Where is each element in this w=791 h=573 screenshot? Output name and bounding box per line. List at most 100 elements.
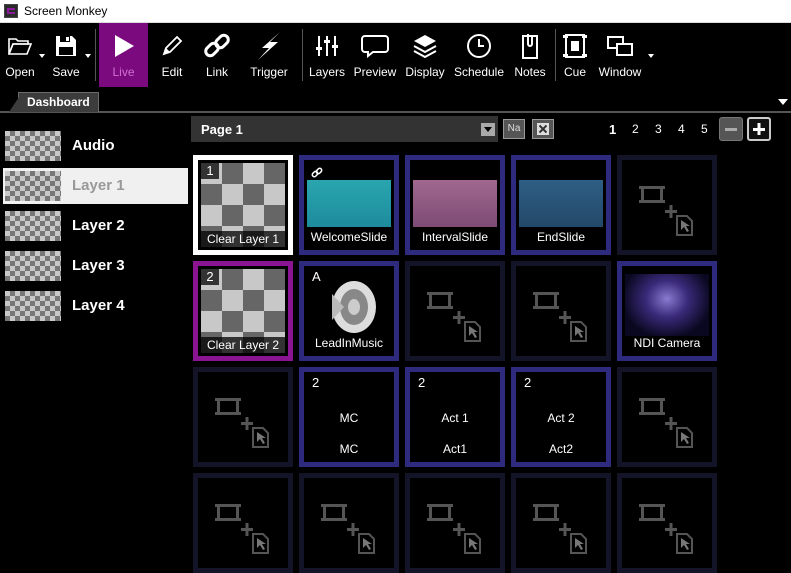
save-dropdown-chevron-icon[interactable]	[85, 54, 91, 58]
page-select-chevron-icon[interactable]	[481, 123, 495, 136]
empty-cue-slot[interactable]	[193, 473, 293, 573]
layer-item-layer-3[interactable]: Layer 3	[3, 248, 188, 284]
slide-thumbnail	[519, 180, 603, 227]
empty-cue-slot[interactable]	[511, 473, 611, 573]
layers-label: Layers	[308, 65, 346, 79]
layer-label: Layer 3	[72, 257, 125, 274]
layer-item-layer-4[interactable]: Layer 4	[3, 288, 188, 324]
page-number-1[interactable]: 1	[609, 122, 616, 137]
cue-name: IntervalSlide	[421, 230, 489, 244]
page-number-4[interactable]: 4	[678, 122, 685, 136]
cue-ndi-camera[interactable]: NDI Camera	[617, 261, 717, 361]
preview-label: Preview	[353, 65, 397, 79]
window-title: Screen Monkey	[24, 4, 108, 18]
empty-cue-slot[interactable]	[405, 261, 505, 361]
empty-cue-slot[interactable]	[193, 367, 293, 467]
tab-dashboard[interactable]: Dashboard	[9, 92, 99, 112]
cue-layer-badge: 2	[418, 375, 426, 390]
title-bar: Screen Monkey	[0, 0, 791, 23]
tab-dashboard-label: Dashboard	[27, 95, 90, 109]
rename-page-label: Na	[507, 123, 521, 134]
trigger-button[interactable]: Trigger	[246, 23, 292, 87]
page-number-2[interactable]: 2	[632, 122, 639, 136]
toolbar-divider	[302, 29, 303, 81]
preview-button[interactable]: Preview	[352, 23, 398, 87]
cue-welcome-slide[interactable]: WelcomeSlide	[299, 155, 399, 255]
delete-page-button[interactable]	[532, 119, 554, 139]
add-media-icon	[533, 292, 587, 342]
layer-thumbnail	[5, 291, 61, 321]
layer-label: Audio	[72, 137, 115, 154]
page-bar: Page 1 Na 1 2 3 4 5	[191, 113, 791, 145]
add-page-button[interactable]	[747, 117, 771, 141]
window-button[interactable]: Window	[595, 23, 645, 87]
remove-page-button[interactable]	[719, 117, 743, 141]
layer-item-layer-2[interactable]: Layer 2	[3, 208, 188, 244]
save-button[interactable]: Save	[46, 23, 86, 87]
layer-thumbnail	[5, 171, 61, 201]
cue-name: NDI Camera	[633, 336, 701, 350]
empty-cue-slot[interactable]	[617, 155, 717, 255]
speech-bubble-icon	[361, 29, 389, 63]
cue-name: WelcomeSlide	[310, 230, 388, 244]
cue-act-2[interactable]: 2 Act 2 Act2	[511, 367, 611, 467]
layer-thumbnail	[5, 211, 61, 241]
minus-icon	[725, 128, 737, 131]
lightning-bolt-icon	[256, 29, 282, 63]
save-label: Save	[52, 65, 80, 79]
add-media-icon	[215, 398, 269, 448]
notes-label: Notes	[514, 65, 546, 79]
layer-item-layer-1[interactable]: Layer 1	[3, 168, 188, 204]
window-label: Window	[598, 65, 642, 79]
slide-thumbnail	[413, 180, 497, 227]
window-dropdown-chevron-icon[interactable]	[648, 54, 654, 58]
edit-button[interactable]: Edit	[152, 23, 192, 87]
layer-item-audio[interactable]: Audio	[3, 128, 188, 164]
tab-menu-chevron-icon[interactable]	[778, 99, 788, 105]
tab-strip: Dashboard	[0, 89, 791, 113]
empty-cue-slot[interactable]	[617, 473, 717, 573]
live-button[interactable]: Live	[99, 23, 148, 87]
schedule-label: Schedule	[453, 65, 505, 79]
display-button[interactable]: Display	[403, 23, 447, 87]
cue-end-slide[interactable]: EndSlide	[511, 155, 611, 255]
cue-act-1[interactable]: 2 Act 1 Act1	[405, 367, 505, 467]
add-media-icon	[533, 504, 587, 554]
rename-page-button[interactable]: Na	[503, 119, 525, 139]
notes-button[interactable]: Notes	[511, 23, 549, 87]
schedule-button[interactable]: Schedule	[452, 23, 506, 87]
live-label: Live	[112, 65, 135, 79]
open-dropdown-chevron-icon[interactable]	[39, 54, 45, 58]
layer-label: Layer 2	[72, 217, 125, 234]
cue-mc[interactable]: 2 MC MC	[299, 367, 399, 467]
cue-name: Act1	[442, 442, 467, 456]
cue-name: Act2	[548, 442, 573, 456]
empty-cue-slot[interactable]	[299, 473, 399, 573]
add-media-icon	[427, 292, 481, 342]
page-select[interactable]: Page 1	[191, 116, 498, 142]
folder-open-icon	[7, 29, 33, 63]
cue-text: Act 1	[441, 411, 469, 425]
add-media-icon	[321, 504, 375, 554]
cue-clear-layer-2[interactable]: 2 Clear Layer 2	[193, 261, 293, 361]
open-button[interactable]: Open	[0, 23, 40, 87]
cue-clear-layer-1[interactable]: 1 Clear Layer 1	[193, 155, 293, 255]
empty-cue-slot[interactable]	[405, 473, 505, 573]
layers-button[interactable]: Layers	[307, 23, 347, 87]
empty-cue-slot[interactable]	[511, 261, 611, 361]
link-label: Link	[205, 65, 228, 79]
cue-lead-in-music[interactable]: A LeadInMusic	[299, 261, 399, 361]
page-number-5[interactable]: 5	[701, 122, 708, 136]
link-button[interactable]: Link	[197, 23, 237, 87]
empty-cue-slot[interactable]	[617, 367, 717, 467]
page-number-3[interactable]: 3	[655, 122, 662, 136]
cue-button[interactable]: Cue	[559, 23, 591, 87]
cue-text: Act 2	[547, 411, 575, 425]
toolbar-divider	[555, 29, 556, 81]
add-media-icon	[639, 398, 693, 448]
add-media-icon	[215, 504, 269, 554]
edit-label: Edit	[161, 65, 183, 79]
cue-text: MC	[339, 411, 359, 425]
speaker-icon	[332, 281, 376, 333]
cue-interval-slide[interactable]: IntervalSlide	[405, 155, 505, 255]
